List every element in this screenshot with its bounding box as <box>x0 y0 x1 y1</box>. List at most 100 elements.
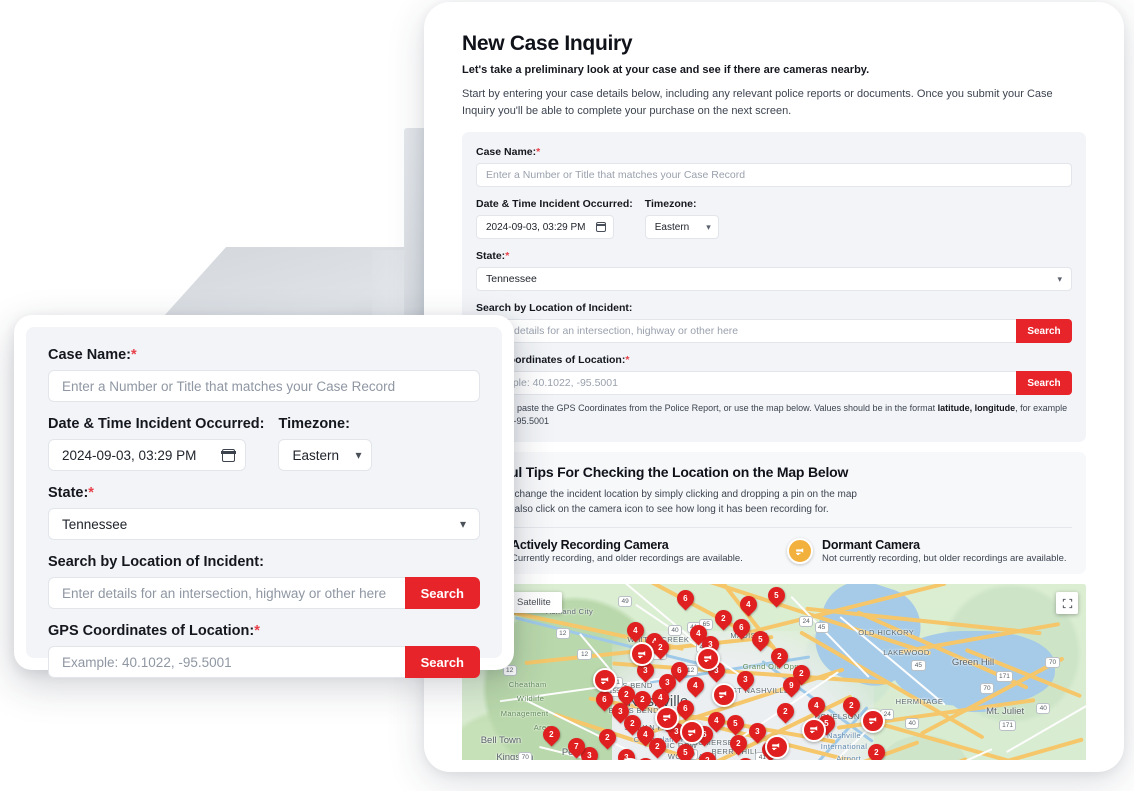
calendar-icon[interactable] <box>221 448 236 462</box>
fullscreen-button[interactable] <box>1056 592 1078 615</box>
overlay-timezone-label: Timezone: <box>278 416 350 432</box>
map-camera-marker[interactable] <box>764 734 789 759</box>
page-intro: Start by entering your case details belo… <box>462 88 1053 118</box>
cluster-count: 2 <box>736 738 742 748</box>
map-route-shield: 49 <box>618 595 633 607</box>
state-select[interactable]: Tennessee ▾ <box>476 267 1072 292</box>
map-place-label: LAKEWOOD <box>883 647 930 657</box>
datetime-timezone-row: Date & Time Incident Occurred: 2024-09-0… <box>476 198 1072 240</box>
legend-desc: Not currently recording, but older recor… <box>822 553 1067 565</box>
cluster-count: 7 <box>574 741 579 751</box>
map-route-shield: 40 <box>1036 703 1051 715</box>
map-place-label: International <box>820 742 868 752</box>
state-label-text: State: <box>476 250 506 263</box>
calendar-icon[interactable] <box>595 222 607 233</box>
map-route-shield: 70 <box>1045 656 1060 668</box>
case-name-placeholder: Enter a Number or Title that matches you… <box>486 169 746 182</box>
map-place-label: Bell Town <box>480 734 522 746</box>
map-camera-marker[interactable] <box>711 682 736 707</box>
map-route-shield: 171 <box>995 671 1014 683</box>
overlay-gps-label: GPS Coordinates of Location:* <box>48 623 480 639</box>
camera-icon <box>869 717 877 725</box>
cluster-count: 3 <box>674 727 679 737</box>
gps-input[interactable]: Example: 40.1022, -95.5001 <box>476 371 1016 396</box>
overlay-state-select[interactable]: Tennessee ▾ <box>48 508 480 540</box>
cluster-count: 2 <box>605 733 610 743</box>
timezone-select[interactable]: Eastern ▾ <box>644 215 719 240</box>
cluster-count: 2 <box>798 669 804 679</box>
cluster-count: 2 <box>639 695 645 705</box>
map-route-shield: 45 <box>814 621 829 633</box>
location-search-row: Enter details for an intersection, highw… <box>476 319 1072 344</box>
map-place-label: OLD HICKORY <box>858 627 915 637</box>
map-route-shield: 171 <box>998 720 1017 732</box>
overlay-location-input[interactable]: Enter details for an intersection, highw… <box>48 577 405 609</box>
datetime-input[interactable]: 2024-09-03, 03:29 PM <box>476 215 614 240</box>
map-route-shield: 45 <box>911 659 926 671</box>
tips-line-2: You can also click on the camera icon to… <box>476 504 829 516</box>
location-search-button[interactable]: Search <box>1016 319 1072 344</box>
camera-icon <box>663 714 671 722</box>
helpful-tips-panel: Helpful Tips For Checking the Location o… <box>462 452 1086 575</box>
cluster-count: 4 <box>658 692 664 702</box>
overlay-gps-placeholder: Example: 40.1022, -95.5001 <box>62 654 232 670</box>
chevron-down-icon: ▾ <box>459 517 466 531</box>
required-asterisk: * <box>254 623 260 639</box>
legend-text-dormant: Dormant Camera Not currently recording, … <box>822 538 1067 564</box>
overlay-location-placeholder: Enter details for an intersection, highw… <box>62 585 387 601</box>
location-input[interactable]: Enter details for an intersection, highw… <box>476 319 1016 344</box>
map-place-label: Management <box>500 708 549 718</box>
cluster-count: 2 <box>783 707 788 717</box>
overlay-case-name-input[interactable]: Enter a Number or Title that matches you… <box>48 370 480 402</box>
overlay-gps-row: Example: 40.1022, -95.5001 Search <box>48 646 480 678</box>
overlay-location-search-button[interactable]: Search <box>404 577 480 609</box>
datetime-label: Date & Time Incident Occurred: <box>476 198 633 211</box>
map-route-shield: 12 <box>577 649 592 661</box>
map-place-label: HERMITAGE <box>895 697 944 707</box>
overlay-state-value: Tennessee <box>62 516 128 532</box>
gps-search-button[interactable]: Search <box>1016 371 1072 396</box>
datetime-value: 2024-09-03, 03:29 PM <box>486 221 586 233</box>
map-route-shield: 24 <box>798 616 814 628</box>
cluster-count: 4 <box>633 625 639 635</box>
satellite-toggle-button[interactable]: Satellite <box>506 592 562 614</box>
map-route-shield: 40 <box>667 624 683 636</box>
overlay-datetime-input[interactable]: 2024-09-03, 03:29 PM <box>48 439 246 471</box>
cluster-count: 4 <box>696 628 701 638</box>
map-camera-marker[interactable] <box>802 717 827 742</box>
case-name-label: Case Name:* <box>476 146 1072 158</box>
legend-desc: Currently recording, and older recording… <box>511 553 743 565</box>
incident-map[interactable]: Ashland City Cheatham Wildlife Management Ar… <box>462 584 1086 760</box>
gps-label: GPS Coordinates of Location:* <box>476 354 1072 366</box>
cluster-count: 4 <box>714 715 720 725</box>
map-place-label: Nashville <box>827 730 862 740</box>
map-route-shield: 40 <box>905 717 920 729</box>
overlay-state-group: State:* Tennessee ▾ <box>48 485 480 540</box>
overlay-timezone-group: Timezone: Eastern ▾ <box>278 416 373 471</box>
case-name-input[interactable]: Enter a Number or Title that matches you… <box>476 163 1072 188</box>
overlay-timezone-select[interactable]: Eastern ▾ <box>278 439 373 471</box>
cluster-count: 4 <box>745 599 751 609</box>
overlay-timezone-value: Eastern <box>292 447 340 463</box>
map-place-label: Cheatham <box>508 679 547 689</box>
case-form-panel: Case Name:* Enter a Number or Title that… <box>462 132 1086 443</box>
overlay-location-label: Search by Location of Incident: <box>48 554 264 570</box>
map-place-label: Wildlife <box>516 694 545 704</box>
timezone-value: Eastern <box>654 221 690 233</box>
overlay-state-label: State:* <box>48 485 480 501</box>
camera-icon <box>688 729 696 737</box>
cluster-count: 3 <box>642 666 648 676</box>
gps-search-group: GPS Coordinates of Location:* Example: 4… <box>476 354 1072 428</box>
overlay-datetime-label: Date & Time Incident Occurred: <box>48 416 265 432</box>
map-place-label: Mt. Juliet <box>986 705 1025 717</box>
overlay-gps-input[interactable]: Example: 40.1022, -95.5001 <box>48 646 405 678</box>
cluster-count: 2 <box>777 651 782 661</box>
screenshot-stage: New Case Inquiry Let's take a preliminar… <box>0 0 1134 791</box>
map-place-label: Airport <box>836 753 862 760</box>
camera-icon <box>809 726 817 734</box>
cluster-count: 2 <box>873 747 879 757</box>
map-camera-marker[interactable] <box>696 646 720 671</box>
overlay-gps-search-button[interactable]: Search <box>404 646 480 678</box>
legend-item-dormant: Dormant Camera Not currently recording, … <box>787 538 1072 565</box>
cluster-count: 4 <box>692 680 698 690</box>
